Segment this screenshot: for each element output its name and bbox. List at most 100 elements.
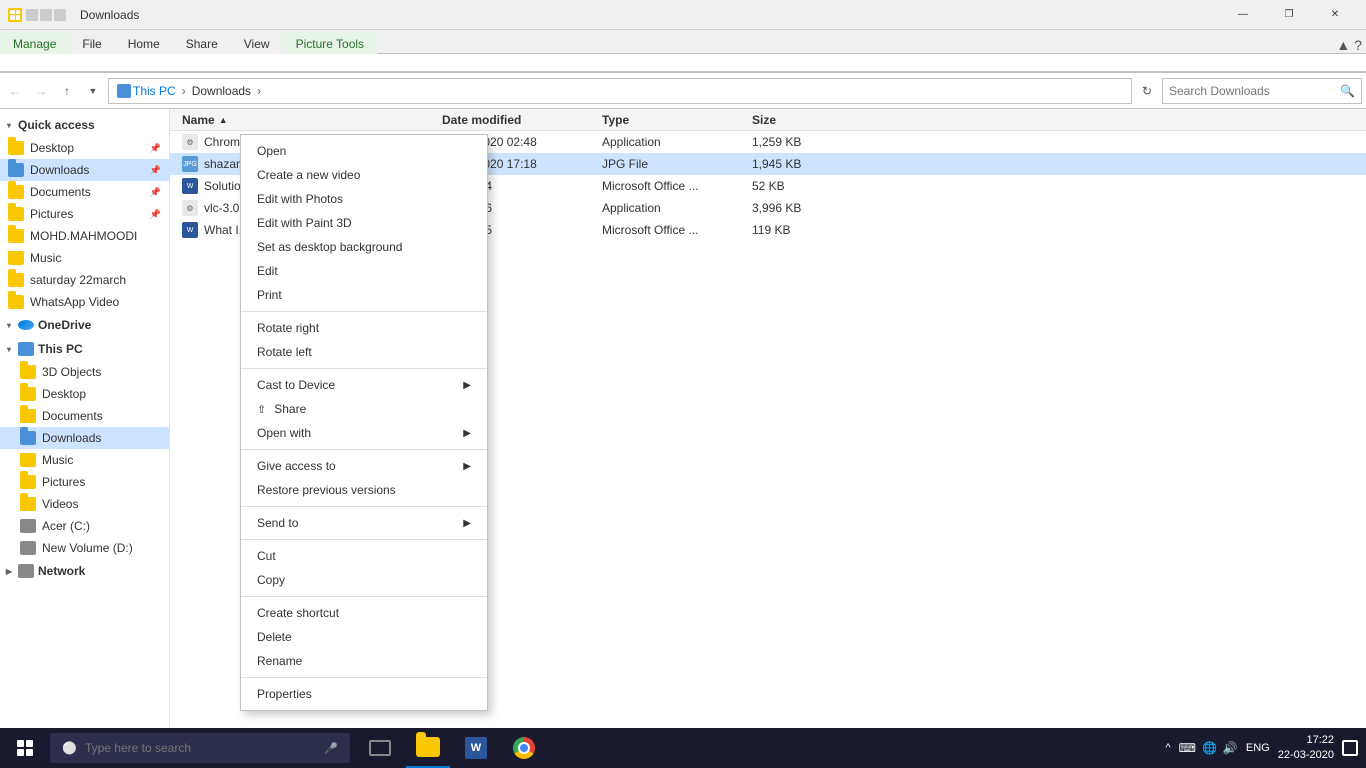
sidebar-item-mohd[interactable]: MOHD.MAHMOODI [0, 225, 169, 247]
sidebar-item-music-pc[interactable]: Music [0, 449, 169, 471]
refresh-button[interactable]: ↻ [1136, 80, 1158, 102]
sidebar-label: Music [30, 251, 61, 265]
ctx-print[interactable]: Print [241, 283, 487, 307]
col-type[interactable]: Type [594, 113, 744, 127]
ctx-edit[interactable]: Edit [241, 259, 487, 283]
sidebar-item-documents-pc[interactable]: Documents [0, 405, 169, 427]
file-explorer-taskbar[interactable] [406, 728, 450, 768]
sidebar-item-whatsapp[interactable]: WhatsApp Video [0, 291, 169, 313]
ctx-rotate-left[interactable]: Rotate left [241, 340, 487, 364]
ribbon-expand[interactable]: ▲ [1336, 37, 1350, 53]
tab-picture-tools[interactable]: Picture Tools [283, 32, 377, 54]
sidebar-item-pictures-quick[interactable]: Pictures 📌 [0, 203, 169, 225]
word-taskbar[interactable]: W [454, 728, 498, 768]
file-icon: W [182, 222, 198, 238]
close-button[interactable]: ✕ [1312, 0, 1358, 30]
taskbar-search[interactable]: ⚪ 🎤 [50, 733, 350, 763]
address-path[interactable]: This PC › Downloads › [108, 78, 1132, 104]
ctx-open-with[interactable]: Open with ▶ [241, 421, 487, 445]
sidebar-item-downloads-quick[interactable]: Downloads 📌 [0, 159, 169, 181]
chrome-taskbar[interactable] [502, 728, 546, 768]
folder-icon [8, 229, 24, 243]
file-type: Microsoft Office ... [594, 179, 744, 193]
ctx-copy[interactable]: Copy [241, 568, 487, 592]
tab-manage[interactable]: Manage [0, 32, 69, 54]
task-view-button[interactable] [358, 728, 402, 768]
system-clock[interactable]: 17:22 22-03-2020 [1278, 733, 1334, 764]
ctx-delete[interactable]: Delete [241, 625, 487, 649]
maximize-button[interactable]: ❐ [1266, 0, 1312, 30]
sidebar-quick-access-header[interactable]: ▾ Quick access [0, 113, 169, 137]
ctx-label: Properties [257, 687, 312, 701]
sidebar-item-saturday[interactable]: saturday 22march [0, 269, 169, 291]
ctx-label: Cast to Device [257, 378, 335, 392]
forward-button[interactable]: → [30, 80, 52, 102]
title-bar-left: Downloads [8, 8, 1220, 22]
ctx-open[interactable]: Open [241, 139, 487, 163]
ctx-rename[interactable]: Rename [241, 649, 487, 673]
col-date[interactable]: Date modified [434, 113, 594, 127]
sidebar-item-3dobjects[interactable]: 3D Objects [0, 361, 169, 383]
start-button[interactable] [0, 728, 50, 768]
ctx-rotate-right[interactable]: Rotate right [241, 316, 487, 340]
ctx-cast[interactable]: Cast to Device ▶ [241, 373, 487, 397]
up-button[interactable]: ↑ [56, 80, 78, 102]
sidebar-item-videos-pc[interactable]: Videos [0, 493, 169, 515]
ribbon-help[interactable]: ? [1354, 37, 1362, 53]
ctx-share[interactable]: ⇧ Share [241, 397, 487, 421]
ctx-edit-photos[interactable]: Edit with Photos [241, 187, 487, 211]
show-hidden-icons[interactable]: ^ [1165, 742, 1170, 754]
folder-icon [20, 409, 36, 423]
chevron-down-icon: ▾ [4, 120, 14, 130]
sidebar-network-label: Network [38, 564, 85, 578]
volume-icon[interactable]: 🔊 [1223, 741, 1238, 755]
sidebar-item-documents-quick[interactable]: Documents 📌 [0, 181, 169, 203]
sidebar-item-desktop-pc[interactable]: Desktop [0, 383, 169, 405]
ctx-label: Share [274, 402, 306, 416]
back-button[interactable]: ← [4, 80, 26, 102]
sidebar-item-pictures-pc[interactable]: Pictures [0, 471, 169, 493]
tab-file[interactable]: File [69, 32, 114, 54]
sidebar-item-desktop[interactable]: Desktop 📌 [0, 137, 169, 159]
sidebar-item-acerc[interactable]: Acer (C:) [0, 515, 169, 537]
search-box[interactable]: 🔍 [1162, 78, 1362, 104]
ctx-send-to[interactable]: Send to ▶ [241, 511, 487, 535]
sidebar-label: Videos [42, 497, 78, 511]
tab-share[interactable]: Share [173, 32, 231, 54]
ctx-create-shortcut[interactable]: Create shortcut [241, 601, 487, 625]
column-headers: Name ▲ Date modified Type Size [170, 109, 1366, 131]
recent-button[interactable]: ▼ [82, 80, 104, 102]
taskbar-search-input[interactable] [85, 741, 316, 755]
sidebar-network-header[interactable]: ▶ Network [0, 559, 169, 583]
keyboard-icon[interactable]: ⌨ [1179, 741, 1196, 755]
folder-icon [8, 295, 24, 309]
col-size[interactable]: Size [744, 113, 844, 127]
ctx-set-desktop[interactable]: Set as desktop background [241, 235, 487, 259]
ctx-properties[interactable]: Properties [241, 682, 487, 706]
col-name[interactable]: Name ▲ [174, 113, 434, 127]
sidebar-item-volumed[interactable]: New Volume (D:) [0, 537, 169, 559]
minimize-button[interactable]: — [1220, 0, 1266, 30]
ctx-separator [241, 506, 487, 507]
sidebar: ▾ Quick access Desktop 📌 Downloads 📌 Doc… [0, 109, 170, 744]
sidebar-label: Downloads [30, 163, 89, 177]
tab-home[interactable]: Home [115, 32, 173, 54]
file-type: Application [594, 201, 744, 215]
ctx-create-video[interactable]: Create a new video [241, 163, 487, 187]
ctx-edit-paint[interactable]: Edit with Paint 3D [241, 211, 487, 235]
tab-view[interactable]: View [231, 32, 283, 54]
ctx-cut[interactable]: Cut [241, 544, 487, 568]
sidebar-onedrive-header[interactable]: ▾ OneDrive [0, 313, 169, 337]
pin-icon: 📌 [150, 143, 161, 154]
ctx-give-access[interactable]: Give access to ▶ [241, 454, 487, 478]
ctx-restore-versions[interactable]: Restore previous versions [241, 478, 487, 502]
network-tray-icon[interactable]: 🌐 [1202, 741, 1217, 755]
search-input[interactable] [1169, 84, 1340, 98]
sidebar-label: 3D Objects [42, 365, 101, 379]
sidebar-item-downloads-pc[interactable]: Downloads [0, 427, 169, 449]
sidebar-item-music[interactable]: Music [0, 247, 169, 269]
ctx-label: Restore previous versions [257, 483, 396, 497]
notification-center[interactable] [1342, 740, 1358, 756]
sidebar-label: Music [42, 453, 73, 467]
sidebar-thispc-header[interactable]: ▾ This PC [0, 337, 169, 361]
